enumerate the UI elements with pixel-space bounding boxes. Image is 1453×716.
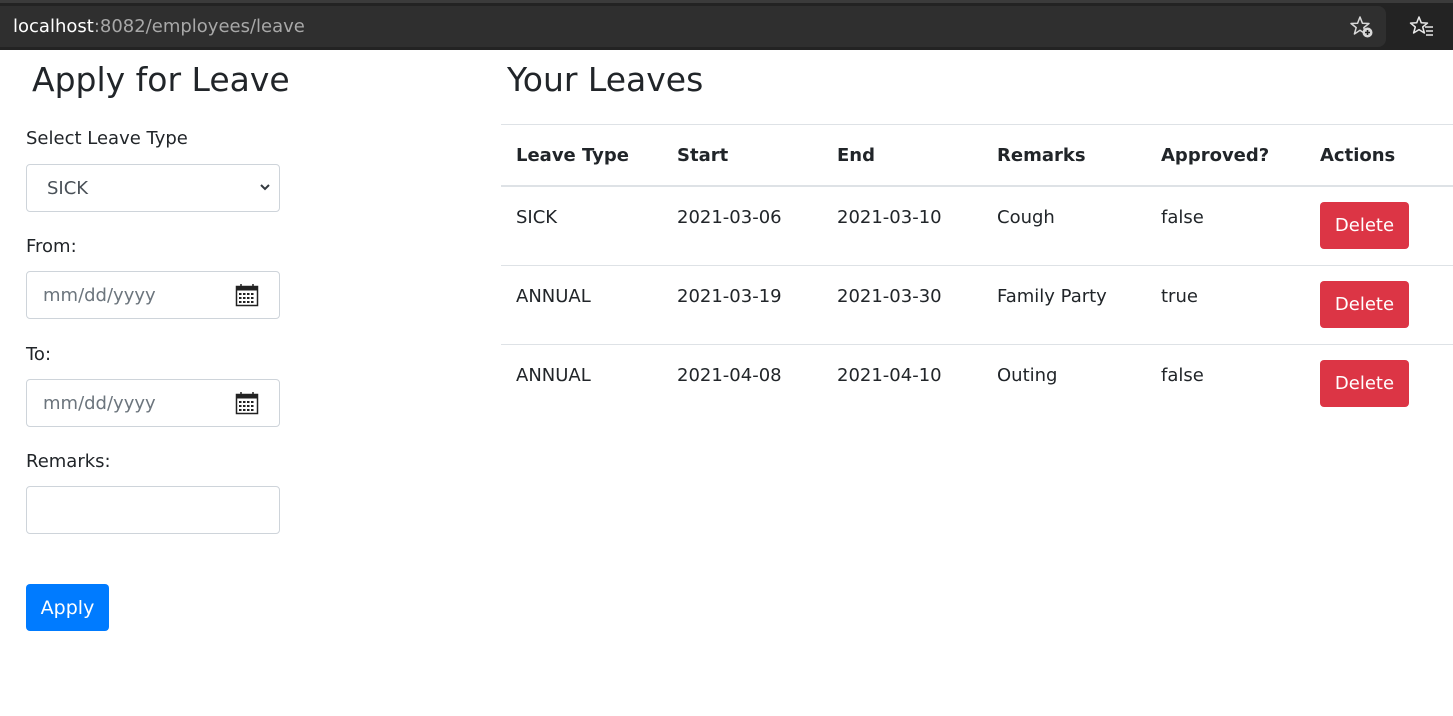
remarks-label: Remarks:	[26, 451, 111, 472]
table-row: SICK 2021-03-06 2021-03-10 Cough false D…	[501, 187, 1453, 266]
cell-end: 2021-03-10	[837, 207, 942, 228]
leaves-title: Your Leaves	[507, 60, 704, 99]
cell-leave-type: ANNUAL	[516, 365, 591, 386]
header-start: Start	[677, 145, 729, 166]
leaves-table: Leave Type Start End Remarks Approved? A…	[501, 124, 1453, 424]
address-bar[interactable]: localhost:8082/employees/leave	[0, 6, 1386, 47]
remarks-input[interactable]	[26, 486, 280, 534]
cell-approved: false	[1161, 365, 1204, 386]
apply-button[interactable]: Apply	[26, 584, 109, 631]
cell-leave-type: SICK	[516, 207, 558, 228]
header-end: End	[837, 145, 875, 166]
browser-toolbar: localhost:8082/employees/leave	[0, 0, 1453, 50]
calendar-icon[interactable]	[235, 391, 259, 415]
leave-type-label: Select Leave Type	[26, 128, 188, 149]
cell-remarks: Outing	[997, 365, 1058, 386]
from-date-input[interactable]: mm/dd/yyyy	[26, 271, 280, 319]
header-remarks: Remarks	[997, 145, 1086, 166]
cell-leave-type: ANNUAL	[516, 286, 591, 307]
leave-type-select[interactable]: SICK	[26, 164, 280, 212]
url-host: localhost	[13, 16, 94, 37]
calendar-icon[interactable]	[235, 283, 259, 307]
cell-remarks: Family Party	[997, 286, 1107, 307]
favorites-icon[interactable]	[1409, 14, 1435, 40]
cell-end: 2021-03-30	[837, 286, 942, 307]
cell-approved: true	[1161, 286, 1198, 307]
delete-button[interactable]: Delete	[1320, 281, 1409, 328]
chevron-down-icon	[260, 184, 270, 191]
cell-start: 2021-03-06	[677, 207, 782, 228]
from-label: From:	[26, 236, 77, 257]
cell-approved: false	[1161, 207, 1204, 228]
cell-remarks: Cough	[997, 207, 1055, 228]
header-leave-type: Leave Type	[516, 145, 630, 166]
delete-button[interactable]: Delete	[1320, 360, 1409, 407]
header-actions: Actions	[1320, 145, 1396, 166]
to-label: To:	[26, 344, 52, 365]
to-date-input[interactable]: mm/dd/yyyy	[26, 379, 280, 427]
browser-top-edge	[0, 0, 1453, 3]
delete-button[interactable]: Delete	[1320, 202, 1409, 249]
url-path: :8082/employees/leave	[93, 16, 305, 37]
table-header-row: Leave Type Start End Remarks Approved? A…	[501, 125, 1453, 187]
header-approved: Approved?	[1161, 145, 1270, 166]
to-date-placeholder: mm/dd/yyyy	[43, 392, 156, 414]
form-title: Apply for Leave	[32, 60, 290, 99]
table-row: ANNUAL 2021-04-08 2021-04-10 Outing fals…	[501, 345, 1453, 424]
cell-start: 2021-04-08	[677, 365, 782, 386]
table-row: ANNUAL 2021-03-19 2021-03-30 Family Part…	[501, 266, 1453, 345]
cell-end: 2021-04-10	[837, 365, 942, 386]
star-add-icon[interactable]	[1349, 14, 1375, 40]
leave-type-value: SICK	[47, 177, 89, 199]
from-date-placeholder: mm/dd/yyyy	[43, 284, 156, 306]
cell-start: 2021-03-19	[677, 286, 782, 307]
